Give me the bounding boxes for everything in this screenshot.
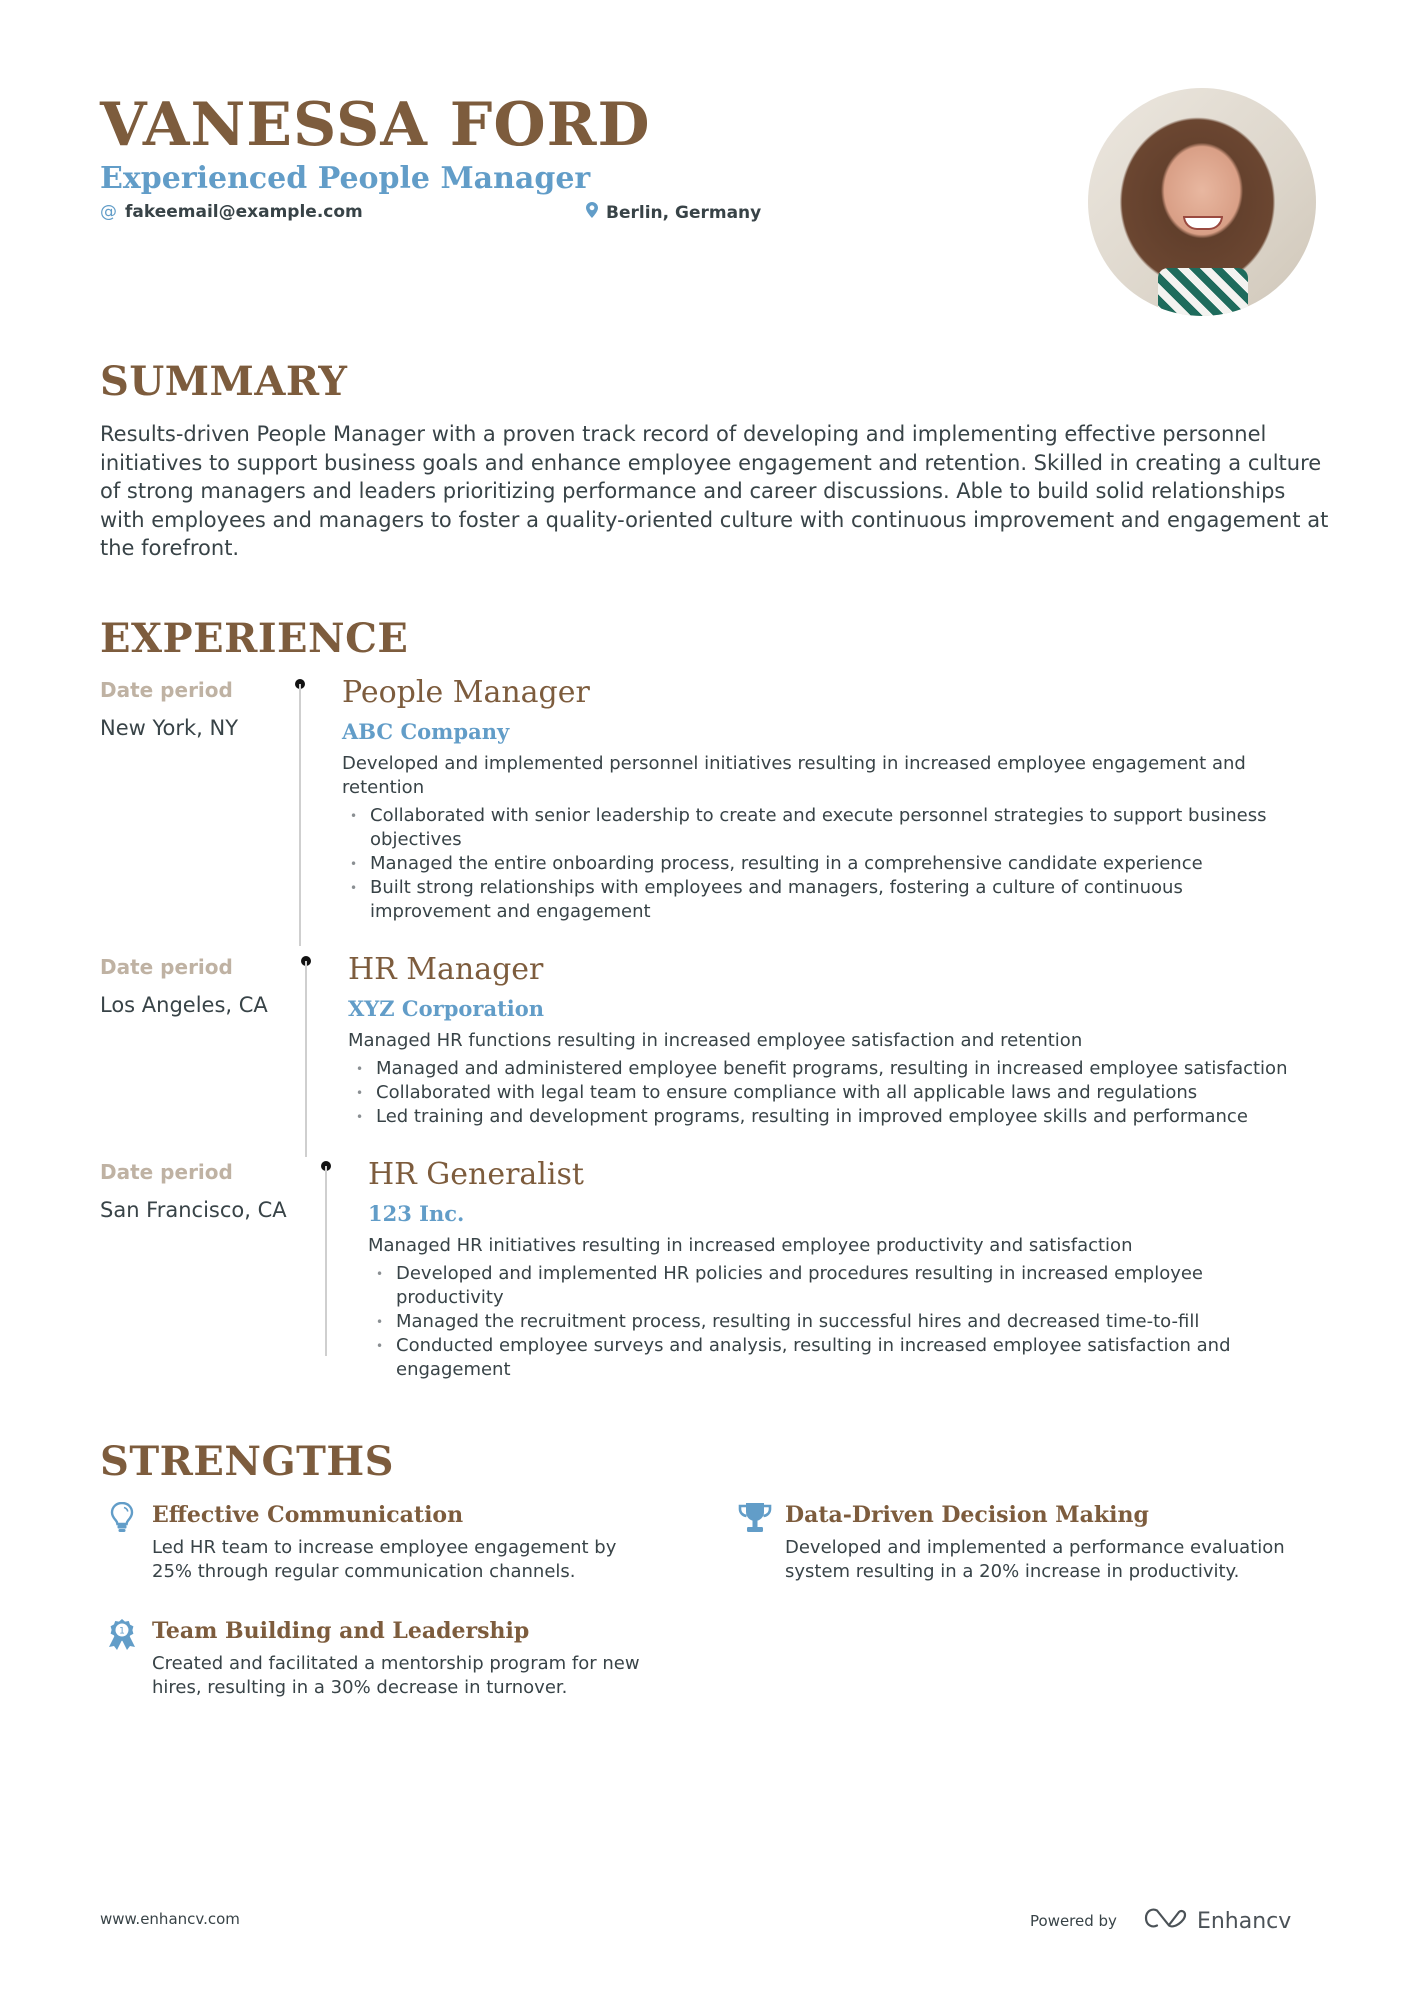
experience-meta: Date period Los Angeles, CA [100,953,300,1019]
photo-smile [1183,216,1223,230]
experience-meta: Date period New York, NY [100,676,300,742]
location-text: Berlin, Germany [606,202,762,223]
strength-text: Led HR team to increase employee engagem… [152,1537,617,1582]
job-location: New York, NY [100,716,239,740]
list-item: Led training and development programs, r… [348,1105,1338,1129]
summary-text: Results-driven People Manager with a pro… [100,422,1329,561]
list-item: Built strong relationships with employee… [342,876,1302,924]
photo-shirt [1158,268,1248,316]
strength-title: Effective Communication [152,1502,464,1528]
job-title: People Manager [342,675,590,710]
company-name[interactable]: ABC Company [342,718,1302,746]
candidate-name: VANESSA FORD [100,90,651,160]
job-description: Managed HR functions resulting in increa… [348,1030,1083,1051]
job-bullets: Collaborated with senior leadership to c… [342,804,1302,924]
award-ribbon-icon: 1 [92,1616,152,1700]
list-item: Managed and administered employee benefi… [348,1057,1338,1081]
brand-name: Enhancv [1196,1908,1292,1934]
email-text: fakeemail@example.com [125,202,363,222]
profile-photo [1088,88,1316,316]
strength-text: Developed and implemented a performance … [785,1537,1285,1582]
timeline-line [299,684,301,946]
strength-title: Team Building and Leadership [152,1618,530,1644]
list-item: Managed the entire onboarding process, r… [342,852,1302,876]
date-period: Date period [100,1160,233,1184]
experience-entry: People Manager ABC Company Developed and… [342,674,1302,924]
list-item: Collaborated with legal team to ensure c… [348,1081,1338,1105]
section-title-strengths: STRENGTHS [100,1438,395,1485]
footer-powered-by[interactable]: Powered by Enhancv [1030,1907,1291,1935]
list-item: Collaborated with senior leadership to c… [342,804,1302,852]
experience-entry: HR Generalist 123 Inc. Managed HR initia… [368,1156,1268,1382]
section-title-experience: EXPERIENCE [100,615,409,662]
job-location: Los Angeles, CA [100,993,268,1017]
strength-title: Data-Driven Decision Making [785,1502,1149,1528]
job-description: Developed and implemented personnel init… [342,753,1246,798]
strength-item: 1 Team Building and Leadership Created a… [92,1616,652,1700]
map-pin-icon [586,202,598,223]
job-description: Managed HR initiatives resulting in incr… [368,1235,1133,1256]
enhancv-brand[interactable]: Enhancv [1143,1907,1291,1935]
at-icon: @ [100,202,117,222]
contact-email[interactable]: @ fakeemail@example.com [100,202,363,222]
date-period: Date period [100,678,233,702]
timeline-line [325,1166,327,1356]
timeline-line [305,961,307,1157]
powered-by-label: Powered by [1030,1912,1117,1930]
job-location: San Francisco, CA [100,1198,287,1222]
strength-text: Created and facilitated a mentorship pro… [152,1653,640,1698]
enhancv-logo-icon [1143,1907,1189,1935]
experience-entry: HR Manager XYZ Corporation Managed HR fu… [348,951,1338,1129]
candidate-role: Experienced People Manager [100,161,591,196]
list-item: Managed the recruitment process, resulti… [368,1310,1268,1334]
lightbulb-icon [92,1500,152,1584]
company-name[interactable]: XYZ Corporation [348,995,1338,1023]
trophy-icon [725,1500,785,1584]
strength-item: Effective Communication Led HR team to i… [92,1500,652,1584]
company-name[interactable]: 123 Inc. [368,1200,1268,1228]
footer-url[interactable]: www.enhancv.com [100,1910,240,1928]
section-title-summary: SUMMARY [100,358,348,405]
badge-number: 1 [119,1627,125,1637]
strength-item: Data-Driven Decision Making Developed an… [725,1500,1285,1584]
list-item: Conducted employee surveys and analysis,… [368,1334,1268,1382]
job-title: HR Manager [348,952,544,987]
date-period: Date period [100,955,233,979]
contact-location: Berlin, Germany [586,202,761,223]
experience-meta: Date period San Francisco, CA [100,1158,300,1224]
list-item: Developed and implemented HR policies an… [368,1262,1268,1310]
job-bullets: Managed and administered employee benefi… [348,1057,1338,1129]
job-bullets: Developed and implemented HR policies an… [368,1262,1268,1382]
job-title: HR Generalist [368,1157,584,1192]
